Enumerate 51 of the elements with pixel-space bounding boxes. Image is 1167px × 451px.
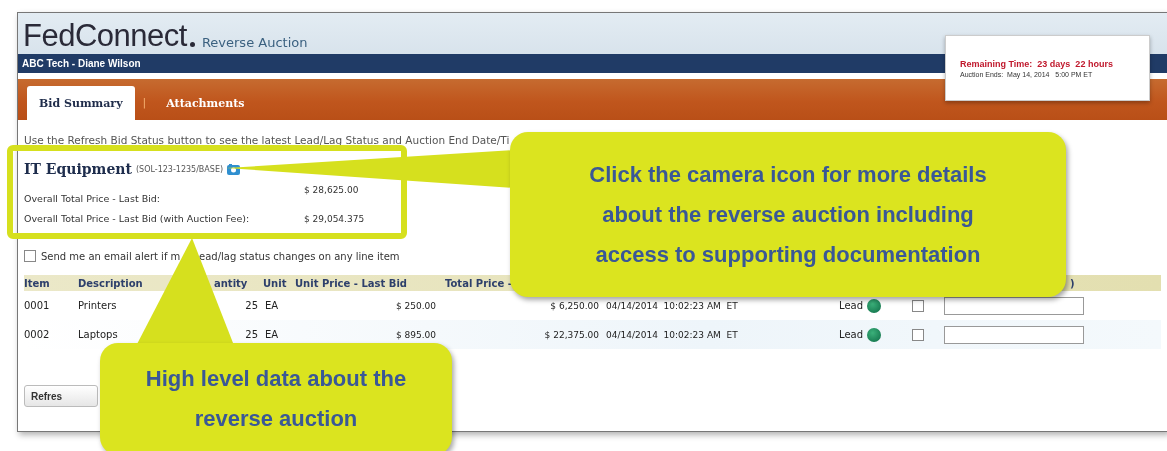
- refresh-button[interactable]: Refres: [24, 385, 98, 407]
- table-cell-text: Printers: [78, 300, 118, 311]
- callout-bubble: High level data about the reverse auction: [100, 343, 452, 451]
- column-header: antity: [213, 277, 249, 289]
- total-value: $ 28,625.00: [304, 185, 359, 195]
- table-cell-text: EA: [264, 300, 280, 311]
- bid-input-field[interactable]: [944, 296, 1084, 315]
- total-label: Overall Total Price - Last Bid (with Auction Fee):: [24, 213, 251, 224]
- auction-title: IT Equipment: [24, 161, 132, 177]
- table-cell-text: 0002: [24, 329, 51, 340]
- column-header: Total Price -: [444, 277, 513, 289]
- row-checkbox[interactable]: [912, 299, 924, 312]
- tab[interactable]: Bid Summary: [27, 86, 135, 120]
- table-cell-text: 04/14/2014 10:02:23 AM ET: [605, 300, 739, 311]
- table-cell-text: $ 895.00: [394, 329, 437, 340]
- row-checkbox[interactable]: [912, 328, 924, 341]
- table-cell-text: 0001: [24, 300, 51, 311]
- user-name: ABC Tech - Diane Wilson: [22, 58, 141, 69]
- table-cell-text: EA: [264, 329, 280, 340]
- remaining-time: Remaining Time: 23 days 22 hours: [960, 58, 1114, 69]
- tab[interactable]: Attachments: [154, 86, 257, 120]
- column-header: ): [1069, 277, 1076, 289]
- table-cell-text: Laptops: [78, 329, 119, 340]
- logo-text: FedConnect: [23, 20, 187, 51]
- app-subtitle: Reverse Auction: [201, 35, 308, 50]
- tab-separator: |: [142, 96, 147, 109]
- status-label: Lead: [839, 300, 864, 311]
- status-dot-icon: [867, 327, 882, 342]
- email-alert-checkbox[interactable]: [24, 250, 36, 262]
- solicitation-number: (SOL-123-1235/BASE): [135, 164, 224, 174]
- table-cell-text: 25: [244, 300, 258, 311]
- status-label: Lead: [839, 329, 864, 340]
- status-dot-icon: [867, 298, 882, 313]
- logo-dot-icon: [189, 42, 195, 47]
- table-cell-text: 25: [244, 329, 258, 340]
- email-alert-label: Send me an email alert if m: [41, 250, 181, 262]
- column-header: Item: [24, 277, 51, 289]
- bid-input-field[interactable]: [944, 325, 1084, 344]
- column-header: Description: [78, 277, 144, 289]
- column-header: Unit Price - Last Bid: [294, 277, 408, 289]
- column-header: Unit: [262, 277, 288, 289]
- table-cell-text: $ 6,250.00: [549, 300, 600, 311]
- camera-icon[interactable]: [227, 163, 241, 175]
- table-cell-text: $ 250.00: [394, 300, 437, 311]
- callout-bubble: Click the camera icon for more details about the reverse auction including access to supporting documentation: [510, 132, 1066, 297]
- total-label: Overall Total Price - Last Bid:: [24, 193, 161, 204]
- email-alert-label: ead/lag status changes on any line item: [199, 250, 400, 262]
- table-cell-text: 04/14/2014 10:02:23 AM ET: [605, 329, 739, 340]
- total-value: $ 29,054.375: [304, 214, 365, 224]
- info-text: Use the Refresh Bid Status button to see the latest Lead/Lag Status and Auction End Date/Ti: [24, 134, 511, 146]
- table-cell-text: $ 22,375.00: [543, 329, 600, 340]
